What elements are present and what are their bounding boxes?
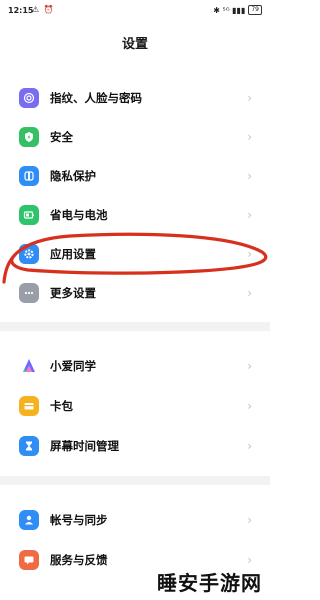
signal-icons: ✱ ⁵ᴳ ▮▮▮	[213, 5, 246, 15]
chevron-right-icon: ›	[247, 399, 252, 413]
settings-item-security[interactable]: 安全 ›	[0, 118, 270, 156]
settings-item-label: 屏幕时间管理	[50, 439, 119, 453]
settings-item-label: 卡包	[50, 399, 73, 413]
settings-item-label: 安全	[50, 130, 73, 144]
shield-icon	[19, 127, 39, 147]
gear-icon	[19, 244, 39, 264]
chevron-right-icon: ›	[247, 439, 252, 453]
chevron-right-icon: ›	[247, 130, 252, 144]
watermark-text: 睡安手游网	[157, 571, 262, 595]
chevron-right-icon: ›	[247, 513, 252, 527]
chevron-right-icon: ›	[247, 247, 252, 261]
settings-item-wallet[interactable]: 卡包 ›	[0, 387, 270, 425]
section-divider	[0, 322, 270, 331]
privacy-icon	[19, 166, 39, 186]
settings-item-fingerprint-face-password[interactable]: 指纹、人脸与密码 ›	[0, 79, 270, 117]
settings-item-label: 小爱同学	[50, 359, 96, 373]
settings-item-label: 应用设置	[50, 247, 96, 261]
settings-item-battery[interactable]: 省电与电池 ›	[0, 196, 270, 234]
settings-item-app-settings[interactable]: 应用设置 ›	[0, 235, 270, 273]
chevron-right-icon: ›	[247, 169, 252, 183]
settings-item-screen-time[interactable]: 屏幕时间管理 ›	[0, 427, 270, 465]
settings-item-label: 省电与电池	[50, 208, 108, 222]
more-icon	[19, 283, 39, 303]
chevron-right-icon: ›	[247, 553, 252, 567]
settings-item-more[interactable]: 更多设置 ›	[0, 274, 270, 312]
settings-item-label: 隐私保护	[50, 169, 96, 183]
account-icon	[19, 510, 39, 530]
chevron-right-icon: ›	[247, 208, 252, 222]
settings-item-label: 帐号与同步	[50, 513, 108, 527]
settings-item-privacy[interactable]: 隐私保护 ›	[0, 157, 270, 195]
hourglass-icon	[19, 436, 39, 456]
settings-item-label: 指纹、人脸与密码	[50, 91, 142, 105]
chevron-right-icon: ›	[247, 359, 252, 373]
battery-icon	[19, 205, 39, 225]
page-title: 设置	[121, 37, 148, 52]
section-divider	[0, 476, 270, 485]
chevron-right-icon: ›	[247, 286, 252, 300]
settings-item-label: 更多设置	[50, 286, 96, 300]
status-notification-icons: ⚠ ⏰	[32, 5, 55, 14]
wallet-icon	[19, 396, 39, 416]
status-time: 12:15	[8, 6, 34, 15]
battery-icon: 79	[248, 5, 262, 15]
status-system-icons: ✱ ⁵ᴳ ▮▮▮ 79	[213, 5, 262, 15]
fingerprint-icon	[19, 88, 39, 108]
settings-item-label: 服务与反馈	[50, 553, 108, 567]
feedback-icon	[19, 550, 39, 570]
xiaoai-icon	[19, 356, 39, 376]
settings-item-account-sync[interactable]: 帐号与同步 ›	[0, 501, 270, 539]
chevron-right-icon: ›	[247, 91, 252, 105]
settings-item-xiaoai[interactable]: 小爱同学 ›	[0, 347, 270, 385]
status-bar: 12:15 ⚠ ⏰ ✱ ⁵ᴳ ▮▮▮ 79	[0, 0, 270, 24]
